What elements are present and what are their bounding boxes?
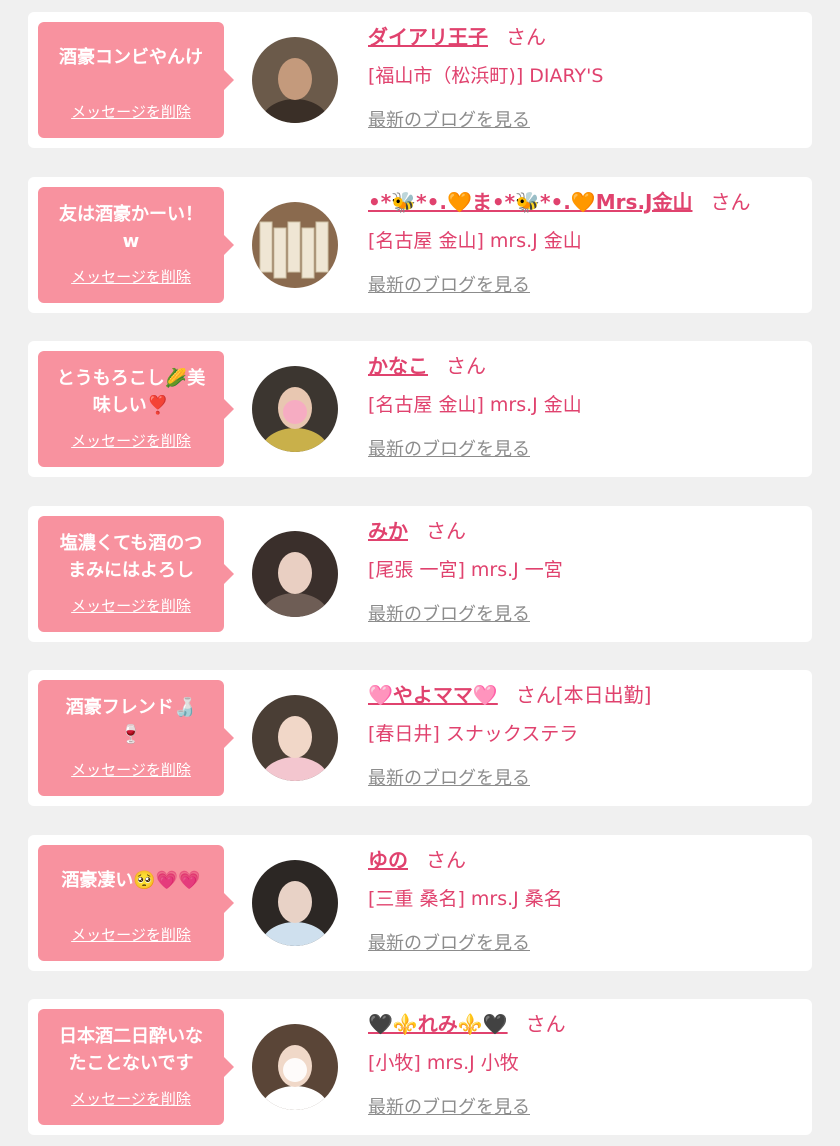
- sender-name-link[interactable]: ゆの: [368, 848, 408, 872]
- avatar-photo-icon: [252, 1024, 338, 1110]
- message-card: 酒豪コンビやんけ メッセージを削除 ダイアリ王子 さん [福山市（松浜町)] DI…: [28, 12, 812, 148]
- latest-blog-link[interactable]: 最新のブログを見る: [368, 602, 530, 628]
- message-bubble: 酒豪フレンド🍶 🍷 メッセージを削除: [38, 680, 234, 796]
- avatar-photo-icon: [252, 202, 338, 288]
- message-text: 日本酒二日酔いな たことないです: [59, 1026, 203, 1074]
- sender-name-row: みか さん: [368, 516, 466, 546]
- sender-name-link[interactable]: ダイアリ王子: [368, 25, 488, 49]
- shop-info: [春日井] スナックステラ: [368, 723, 579, 745]
- avatar-photo-icon: [252, 695, 338, 781]
- message-card: 酒豪凄い🥺💗💗 メッセージを削除 ゆの さん [三重 桑名] mrs.J 桑名 最…: [28, 835, 812, 971]
- sender-suffix: さん: [446, 354, 486, 378]
- message-text: 友は酒豪かーい！ w: [59, 204, 203, 252]
- sender-suffix: さん[本日出勤]: [515, 683, 652, 707]
- message-text: とうもろこし🌽美 味しい❣️: [56, 368, 206, 416]
- avatar[interactable]: [252, 695, 338, 781]
- message-bubble: 日本酒二日酔いな たことないです メッセージを削除: [38, 1009, 234, 1125]
- delete-message-link[interactable]: メッセージを削除: [38, 759, 224, 780]
- sender-name-row: かなこ さん: [368, 351, 486, 381]
- avatar-photo-icon: [252, 531, 338, 617]
- message-card: 友は酒豪かーい！ w メッセージを削除 •*🐝*•.🧡ま•*🐝*•.🧡Mrs.J…: [28, 177, 812, 313]
- delete-message-link[interactable]: メッセージを削除: [38, 595, 224, 616]
- latest-blog-link[interactable]: 最新のブログを見る: [368, 437, 530, 463]
- avatar[interactable]: [252, 531, 338, 617]
- avatar[interactable]: [252, 860, 338, 946]
- latest-blog-link[interactable]: 最新のブログを見る: [368, 108, 530, 134]
- message-card: 日本酒二日酔いな たことないです メッセージを削除 🖤⚜️れみ⚜️🖤 さん [小牧…: [28, 999, 812, 1135]
- message-text: 酒豪凄い🥺💗💗: [61, 870, 201, 891]
- avatar-photo-icon: [252, 366, 338, 452]
- latest-blog-link[interactable]: 最新のブログを見る: [368, 273, 530, 299]
- sender-suffix: さん: [525, 1012, 566, 1036]
- latest-blog-link[interactable]: 最新のブログを見る: [368, 766, 530, 792]
- message-card: 塩濃くても酒のつ まみにはよろし メッセージを削除 みか さん [尾張 一宮] m…: [28, 506, 812, 642]
- delete-message-link[interactable]: メッセージを削除: [38, 924, 224, 945]
- shop-info: [尾張 一宮] mrs.J 一宮: [368, 559, 563, 581]
- sender-name-link[interactable]: 🩷やよママ🩷: [368, 683, 498, 707]
- sender-suffix: さん: [426, 519, 466, 543]
- message-bubble: 酒豪コンビやんけ メッセージを削除: [38, 22, 234, 138]
- message-text: 酒豪コンビやんけ: [59, 47, 203, 68]
- message-card: 酒豪フレンド🍶 🍷 メッセージを削除 🩷やよママ🩷 さん[本日出勤] [春日井] …: [28, 670, 812, 806]
- sender-name-link[interactable]: •*🐝*•.🧡ま•*🐝*•.🧡Mrs.J金山: [368, 190, 692, 214]
- sender-name-row: 🖤⚜️れみ⚜️🖤 さん: [368, 1009, 566, 1039]
- sender-suffix: さん: [506, 25, 546, 49]
- message-bubble: 友は酒豪かーい！ w メッセージを削除: [38, 187, 234, 303]
- sender-name-link[interactable]: かなこ: [368, 354, 428, 378]
- delete-message-link[interactable]: メッセージを削除: [38, 430, 224, 451]
- shop-info: [福山市（松浜町)] DIARY'S: [368, 65, 604, 87]
- sender-suffix: さん: [710, 190, 751, 214]
- shop-info: [名古屋 金山] mrs.J 金山: [368, 230, 582, 252]
- sender-name-row: 🩷やよママ🩷 さん[本日出勤]: [368, 680, 651, 710]
- sender-name-row: •*🐝*•.🧡ま•*🐝*•.🧡Mrs.J金山 さん: [368, 187, 750, 217]
- latest-blog-link[interactable]: 最新のブログを見る: [368, 931, 530, 957]
- shop-info: [小牧] mrs.J 小牧: [368, 1052, 519, 1074]
- latest-blog-link[interactable]: 最新のブログを見る: [368, 1095, 530, 1121]
- sender-suffix: さん: [426, 848, 466, 872]
- delete-message-link[interactable]: メッセージを削除: [38, 101, 224, 122]
- sender-name-row: ダイアリ王子 さん: [368, 22, 546, 52]
- delete-message-link[interactable]: メッセージを削除: [38, 1088, 224, 1109]
- message-text: 塩濃くても酒のつ まみにはよろし: [59, 533, 203, 581]
- avatar[interactable]: [252, 37, 338, 123]
- avatar[interactable]: [252, 366, 338, 452]
- sender-name-link[interactable]: 🖤⚜️れみ⚜️🖤: [368, 1012, 508, 1036]
- message-bubble: 塩濃くても酒のつ まみにはよろし メッセージを削除: [38, 516, 234, 632]
- message-card: とうもろこし🌽美 味しい❣️ メッセージを削除 かなこ さん [名古屋 金山] m…: [28, 341, 812, 477]
- shop-info: [三重 桑名] mrs.J 桑名: [368, 888, 563, 910]
- avatar[interactable]: [252, 202, 338, 288]
- message-text: 酒豪フレンド🍶 🍷: [65, 697, 197, 745]
- message-bubble: 酒豪凄い🥺💗💗 メッセージを削除: [38, 845, 234, 961]
- avatar-photo-icon: [252, 860, 338, 946]
- shop-info: [名古屋 金山] mrs.J 金山: [368, 394, 582, 416]
- delete-message-link[interactable]: メッセージを削除: [38, 266, 224, 287]
- message-bubble: とうもろこし🌽美 味しい❣️ メッセージを削除: [38, 351, 234, 467]
- sender-name-link[interactable]: みか: [368, 519, 408, 543]
- avatar-photo-icon: [252, 37, 338, 123]
- avatar[interactable]: [252, 1024, 338, 1110]
- sender-name-row: ゆの さん: [368, 845, 466, 875]
